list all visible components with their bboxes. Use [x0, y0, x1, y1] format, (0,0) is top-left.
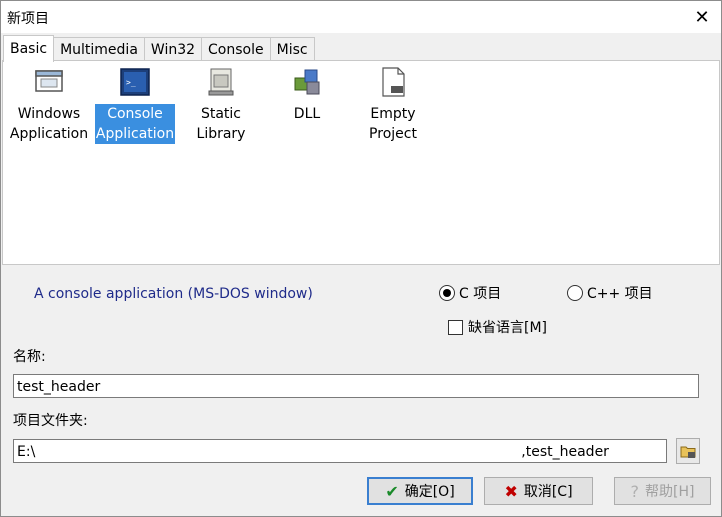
project-dll[interactable]: DLL [265, 66, 349, 124]
folder-field[interactable]: E:\ ,test_header [13, 439, 667, 463]
name-field[interactable]: test_header [13, 374, 699, 398]
folder-path-start: E:\ [17, 444, 36, 460]
project-windows-application[interactable]: Windows Application [7, 66, 91, 144]
tab-console[interactable]: Console [201, 37, 271, 62]
tab-multimedia[interactable]: Multimedia [53, 37, 145, 62]
radio-selected-icon [439, 285, 455, 301]
project-empty-project[interactable]: Empty Project [351, 66, 435, 144]
name-label: 名称: [13, 349, 46, 365]
check-icon: ✔ [385, 481, 399, 501]
project-console-application[interactable]: >_ Console Application [93, 66, 177, 144]
checkbox-icon [448, 319, 463, 335]
tab-misc[interactable]: Misc [269, 37, 315, 62]
window-title: 新项目 [7, 11, 49, 27]
close-icon: ✕ [694, 6, 710, 28]
title-bar: 新项目 ✕ [1, 1, 721, 33]
project-type-list: Windows Application >_ Console Application [2, 60, 720, 265]
close-button[interactable]: ✕ [689, 5, 715, 29]
radio-label: C++ 项目 [587, 286, 653, 302]
folder-label: 项目文件夹: [13, 413, 88, 429]
project-label: Static Library [196, 106, 246, 142]
project-description: A console application (MS-DOS window) [34, 286, 313, 302]
empty-project-icon [377, 66, 409, 98]
window-icon [33, 66, 65, 98]
cancel-x-icon: ✖ [504, 481, 518, 501]
tab-bar: Basic Multimedia Win32 Console Misc [3, 35, 315, 62]
checkbox-label: 缺省语言[M] [468, 320, 548, 336]
radio-unselected-icon [567, 285, 583, 301]
tab-win32[interactable]: Win32 [143, 37, 203, 62]
radio-cpp-project[interactable]: C++ 项目 [567, 283, 653, 303]
project-label: DLL [293, 106, 321, 122]
cancel-button[interactable]: ✖ 取消[C] [484, 477, 593, 505]
help-icon: ? [630, 481, 640, 501]
default-language-checkbox[interactable]: 缺省语言[M] [448, 317, 547, 337]
puzzle-icon [291, 66, 323, 98]
cancel-button-label: 取消[C] [523, 484, 573, 500]
console-icon: >_ [119, 66, 151, 98]
folder-path-end: test_header [525, 444, 609, 460]
project-static-library[interactable]: Static Library [179, 66, 263, 144]
ok-button[interactable]: ✔ 确定[O] [367, 477, 473, 505]
folder-icon [680, 446, 696, 458]
project-label: Console Application [94, 104, 176, 144]
help-button[interactable]: ? 帮助[H] [614, 477, 711, 505]
svg-text:>_: >_ [126, 78, 136, 87]
new-project-dialog: 新项目 ✕ Basic Multimedia Win32 Console Mis… [0, 0, 722, 517]
help-button-label: 帮助[H] [645, 484, 695, 500]
tab-basic[interactable]: Basic [3, 35, 55, 62]
project-label: Empty Project [369, 106, 417, 142]
radio-c-project[interactable]: C 项目 [439, 283, 501, 303]
library-icon [205, 66, 237, 98]
project-label: Windows Application [9, 106, 89, 142]
browse-folder-button[interactable] [676, 438, 700, 464]
ok-button-label: 确定[O] [404, 484, 455, 500]
radio-label: C 项目 [459, 286, 502, 302]
